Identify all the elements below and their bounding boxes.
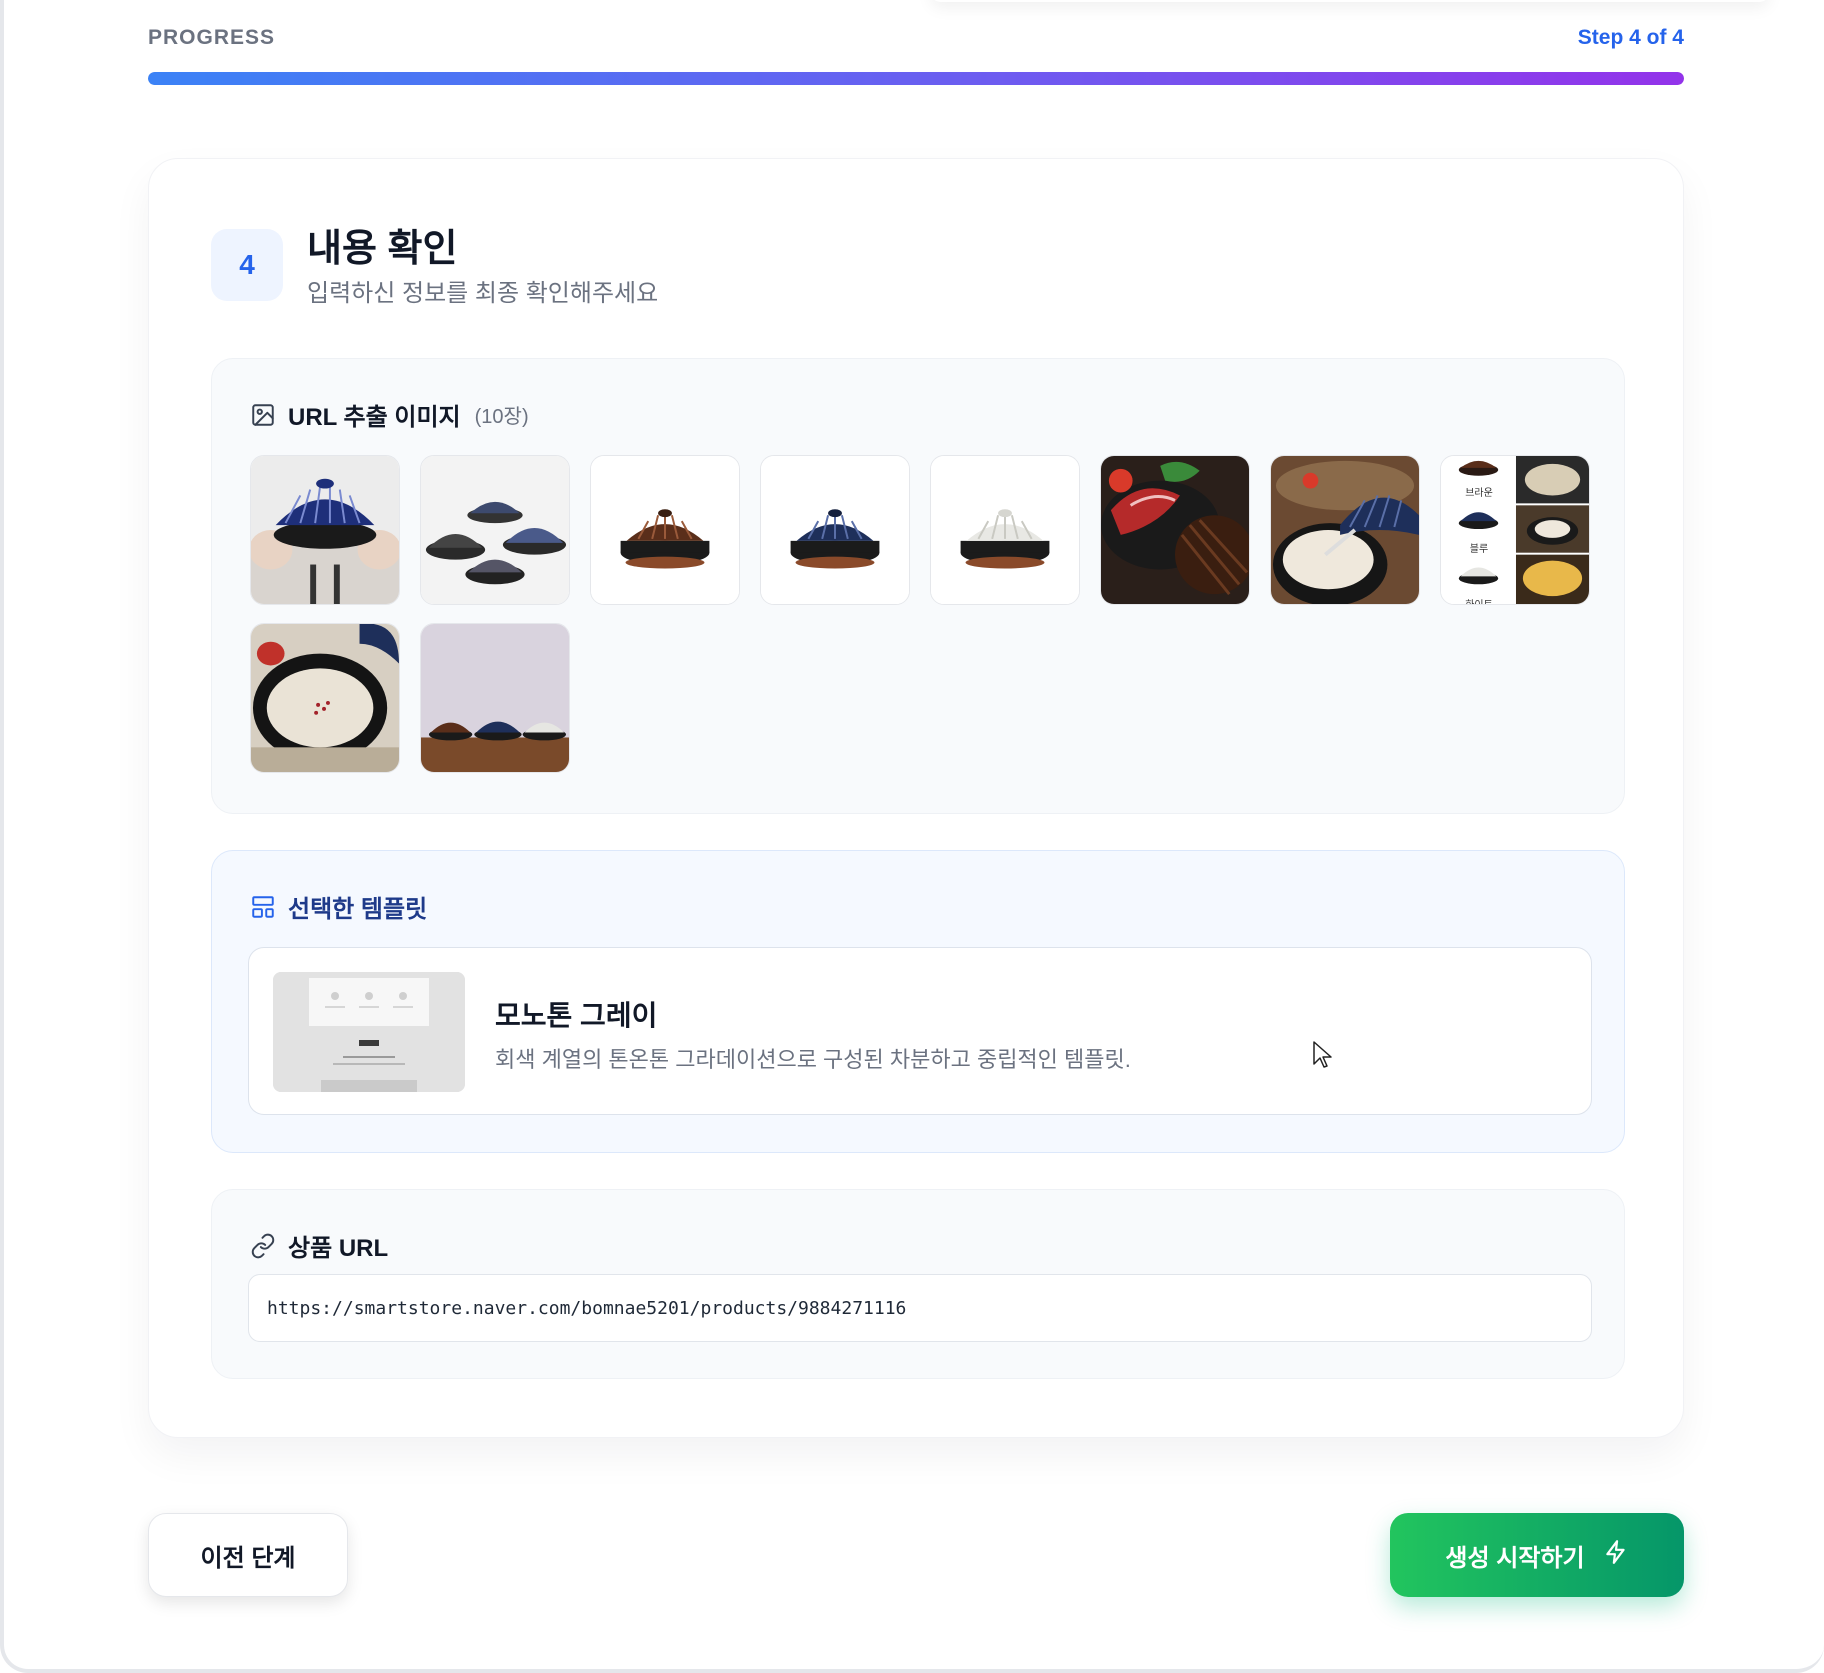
step-number-badge: 4 bbox=[211, 229, 283, 301]
selected-template-header: 선택한 템플릿 bbox=[250, 889, 427, 924]
extracted-images-count: (10장) bbox=[474, 406, 529, 428]
product-url-header: 상품 URL bbox=[250, 1228, 388, 1263]
selected-template-title: 선택한 템플릿 bbox=[288, 896, 428, 923]
collage-label-brown: 브라운 bbox=[1465, 488, 1493, 499]
product-url-title: 상품 URL bbox=[288, 1235, 389, 1262]
progress-label: PROGRESS bbox=[148, 26, 276, 49]
image-thumbnail[interactable] bbox=[930, 455, 1080, 605]
image-thumbnail[interactable] bbox=[420, 455, 570, 605]
template-name: 모노톤 그레이 bbox=[495, 1000, 658, 1031]
previous-step-button[interactable]: 이전 단계 bbox=[148, 1513, 348, 1597]
collage-label-white: 화이트 bbox=[1451, 596, 1507, 604]
progress-bar bbox=[148, 72, 1684, 85]
image-thumbnail[interactable] bbox=[250, 455, 400, 605]
template-description: 회색 계열의 톤온톤 그라데이션으로 구성된 차분하고 중립적인 템플릿. bbox=[495, 1047, 1131, 1072]
image-thumbnail[interactable] bbox=[250, 623, 400, 773]
image-thumbnail[interactable]: 브라운 블루 화이트 bbox=[1440, 455, 1590, 605]
mouse-cursor-icon bbox=[1312, 1040, 1334, 1075]
image-thumbnail[interactable] bbox=[420, 623, 570, 773]
image-thumbnail-grid: 브라운 블루 화이트 bbox=[250, 455, 1590, 773]
extracted-images-header: URL 추출 이미지 (10장) bbox=[250, 397, 529, 432]
image-thumbnail[interactable] bbox=[590, 455, 740, 605]
start-generation-label: 생성 시작하기 bbox=[1445, 1544, 1585, 1572]
step-title: 내용 확인 bbox=[307, 228, 458, 270]
image-thumbnail[interactable] bbox=[1270, 455, 1420, 605]
product-url-field[interactable]: https://smartstore.naver.com/bomnae5201/… bbox=[248, 1274, 1592, 1342]
step-subtitle: 입력하신 정보를 최종 확인해주세요 bbox=[307, 280, 659, 307]
progress-step-indicator: Step 4 of 4 bbox=[1577, 26, 1684, 49]
top-panel-edge bbox=[930, 0, 1770, 2]
product-url-section: 상품 URL https://smartstore.naver.com/bomn… bbox=[211, 1189, 1625, 1379]
start-generation-button[interactable]: 생성 시작하기 bbox=[1390, 1513, 1684, 1597]
layout-icon bbox=[250, 894, 276, 920]
template-preview bbox=[273, 972, 465, 1092]
template-card[interactable]: 모노톤 그레이 회색 계열의 톤온톤 그라데이션으로 구성된 차분하고 중립적인… bbox=[248, 947, 1592, 1115]
extracted-images-section: URL 추출 이미지 (10장) 브라운 블루 bbox=[211, 358, 1625, 814]
image-thumbnail[interactable] bbox=[1100, 455, 1250, 605]
review-card: 4 내용 확인 입력하신 정보를 최종 확인해주세요 URL 추출 이미지 (1… bbox=[148, 158, 1684, 1438]
image-thumbnail[interactable] bbox=[760, 455, 910, 605]
progress-bar-fill bbox=[148, 72, 1684, 85]
selected-template-section: 선택한 템플릿 모노톤 그레이 회색 계열의 톤온톤 그라데이션으로 구성된 차… bbox=[211, 850, 1625, 1153]
image-icon bbox=[250, 402, 276, 428]
extracted-images-title: URL 추출 이미지 bbox=[288, 404, 461, 431]
lightning-icon bbox=[1603, 1539, 1629, 1572]
previous-step-label: 이전 단계 bbox=[200, 1544, 296, 1572]
collage-label-blue: 블루 bbox=[1469, 544, 1489, 555]
link-icon bbox=[250, 1233, 276, 1259]
